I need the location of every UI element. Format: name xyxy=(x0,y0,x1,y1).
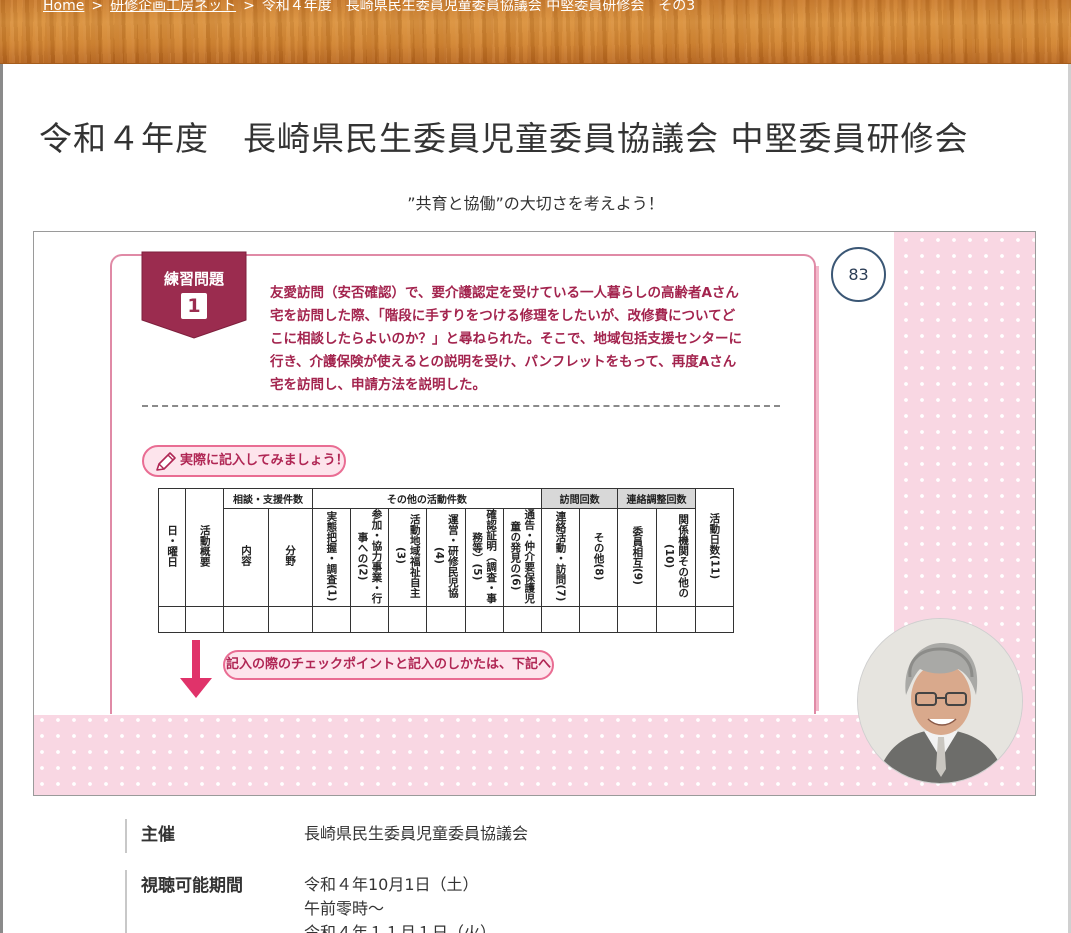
breadcrumb-section-link[interactable]: 研修企画工房ネット xyxy=(110,0,236,14)
viewing-period-value: 令和４年10月1日（土） 午前零時〜 令和４年１１月１日（火） xyxy=(304,873,496,933)
arrow-down-icon xyxy=(180,640,212,698)
table-group-other: その他の活動件数 xyxy=(311,487,542,510)
exercise-badge-label: 練習問題 xyxy=(163,270,224,288)
table-header-col6: 通告・仲介要保護児童の発見の(6) xyxy=(502,508,542,608)
activity-record-table: 日・曜日 活動概要 相談・支援件数 その他の活動件数 訪問回数 連絡調整回数 活… xyxy=(157,487,735,633)
table-header-col7: 連絡活動・訪問(7) xyxy=(540,508,581,608)
video-slide[interactable]: 練習問題 1 83 友愛訪問（安否確認）で、要介護認定を受けている一人暮らしの高… xyxy=(33,231,1036,796)
table-cell xyxy=(502,606,542,633)
table-header-col8: その他(8) xyxy=(579,508,619,608)
table-header-col10: 関係機関その他の(10) xyxy=(656,508,696,608)
breadcrumb-home-link[interactable]: Home xyxy=(43,0,84,14)
breadcrumb-separator: > xyxy=(91,0,104,14)
presenter-avatar xyxy=(857,618,1023,784)
page-title: 令和４年度 長崎県民生委員児童委員協議会 中堅委員研修会 xyxy=(39,119,969,158)
table-cell xyxy=(656,606,696,633)
presenter-photo-icon xyxy=(858,619,1022,783)
table-header-days: 活動日数(11) xyxy=(694,487,735,608)
table-cell xyxy=(349,606,390,633)
table-row xyxy=(157,606,735,633)
table-group-liaison: 連絡調整回数 xyxy=(617,487,696,510)
exercise-badge-number: 1 xyxy=(181,293,207,319)
table-cell xyxy=(223,606,269,633)
table-header-col1: 実態把握・調査(1) xyxy=(311,508,351,608)
table-cell xyxy=(694,606,735,633)
question-text: 友愛訪問（安否確認）で、要介護認定を受けている一人暮らしの高齢者Aさん 宅を訪問… xyxy=(270,282,770,397)
table-group-consult: 相談・支援件数 xyxy=(223,487,313,510)
exercise-badge: 練習問題 1 xyxy=(138,250,250,340)
table-cell xyxy=(426,606,466,633)
question-line: 宅を訪問した際、「階段に手すりをつける修理をしたいが、改修費についてど xyxy=(270,308,736,324)
table-header-col9: 委員相互(9) xyxy=(617,508,658,608)
viewing-period-row: 視聴可能期間 令和４年10月1日（土） 午前零時〜 令和４年１１月１日（火） xyxy=(125,870,496,933)
table-cell xyxy=(267,606,313,633)
viewing-period-start: 令和４年10月1日（土） xyxy=(304,875,479,894)
table-header-col3: 活動地域福祉自主(3) xyxy=(388,508,428,608)
page-subtitle: ”共育と協働”の大切さを考えよう！ xyxy=(407,194,664,213)
breadcrumb-separator: > xyxy=(243,0,255,14)
table-cell xyxy=(540,606,581,633)
organizer-value: 長崎県民生委員児童委員協議会 xyxy=(304,824,529,843)
table-header-summary: 活動概要 xyxy=(185,487,225,608)
site-header: Home > 研修企画工房ネット > 令和４年度 長崎県民生委員児童委員協議会 中堅委員… xyxy=(0,0,1071,64)
dashed-divider xyxy=(142,405,780,407)
table-cell xyxy=(579,606,619,633)
viewing-period-time: 午前零時〜 xyxy=(304,899,385,918)
page-number-circle: 83 xyxy=(831,247,886,302)
table-header-col2: 参加・協力事業・行事への(2) xyxy=(349,508,390,608)
table-header-col5: 確認証明（調査・事務等）(5) xyxy=(464,508,504,608)
table-header-col4: 運営・研修民児協(4) xyxy=(426,508,466,608)
table-cell xyxy=(617,606,658,633)
viewing-period-label: 視聴可能期間 xyxy=(141,876,243,896)
question-line: 行き、介護保険が使えるとの説明を受け、パンフレットをもって、再度Aさん xyxy=(270,354,737,370)
try-it-text: 実際に記入してみましょう！ xyxy=(180,453,349,468)
viewing-period-end: 令和４年１１月１日（火） xyxy=(304,923,497,933)
try-it-label: 実際に記入してみましょう！ xyxy=(142,445,349,477)
question-line: 友愛訪問（安否確認）で、要介護認定を受けている一人暮らしの高齢者Aさん xyxy=(270,285,739,301)
table-cell xyxy=(388,606,428,633)
question-line: 宅を訪問し、申請方法を説明した。 xyxy=(270,377,486,393)
question-line: こに相談したらよいのか？」と尋ねられた。そこで、地域包括支援センターに xyxy=(270,331,742,347)
table-header-date: 日・曜日 xyxy=(157,487,187,608)
organizer-row: 主催 長崎県民生委員児童委員協議会 xyxy=(125,819,528,853)
table-cell xyxy=(464,606,504,633)
table-cell xyxy=(311,606,351,633)
table-group-visit: 訪問回数 xyxy=(540,487,619,510)
table-header-content: 内容 xyxy=(223,508,269,608)
organizer-label: 主催 xyxy=(141,825,175,845)
check-points-label: 記入の際のチェックポイントと記入のしかたは、下記へ xyxy=(223,650,554,680)
breadcrumb-current: 令和４年度 長崎県民生委員児童委員協議会 中堅委員研修会 その3 xyxy=(261,0,696,14)
pencil-icon xyxy=(156,452,176,471)
breadcrumb: Home > 研修企画工房ネット > 令和４年度 長崎県民生委員児童委員協議会 中堅委員… xyxy=(43,0,695,16)
table-cell xyxy=(157,606,187,633)
table-cell xyxy=(185,606,225,633)
table-header-field: 分野 xyxy=(267,508,313,608)
